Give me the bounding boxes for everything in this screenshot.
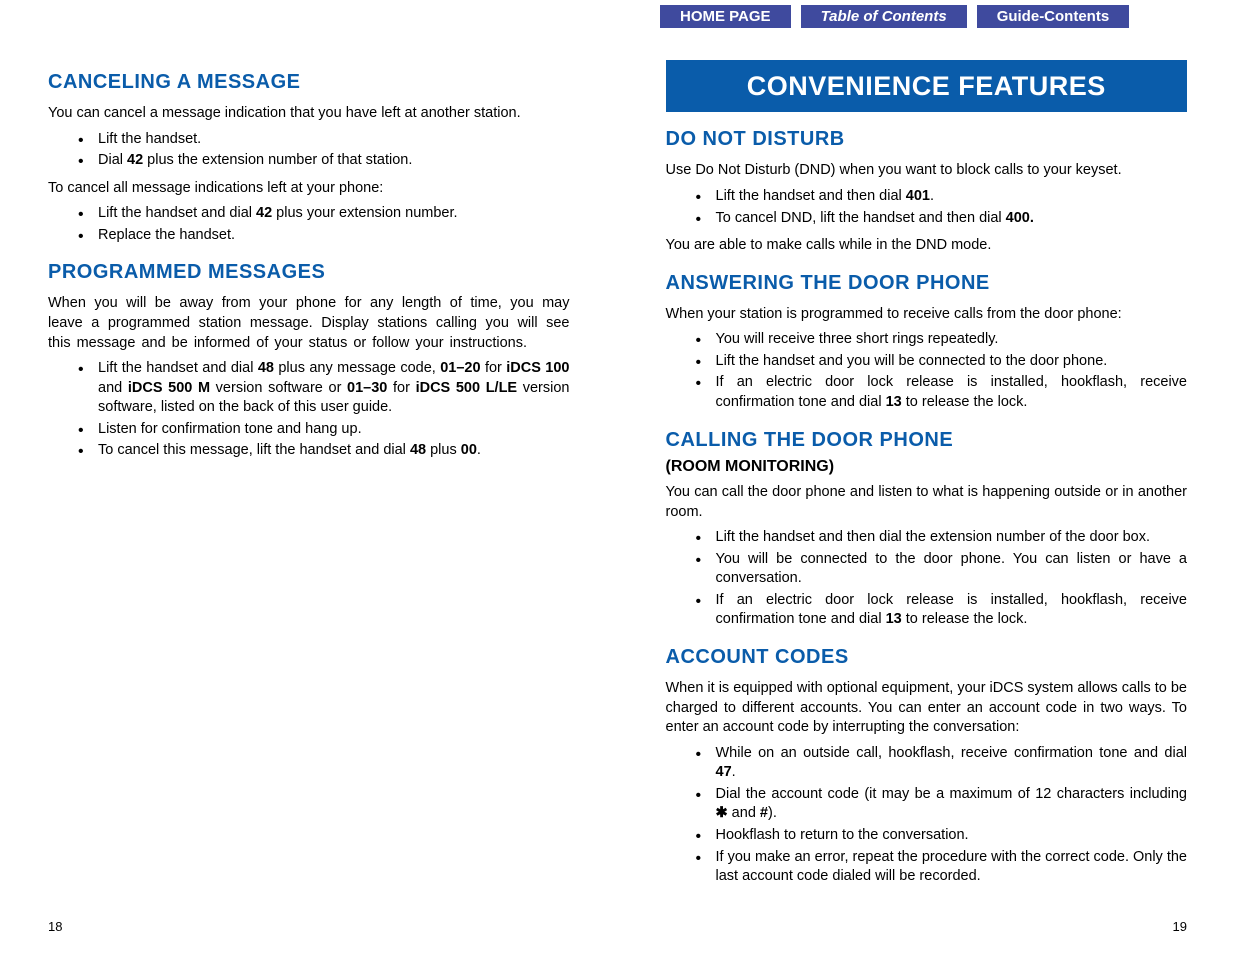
heading-programmed-messages: PROGRAMMED MESSAGES [48, 259, 570, 286]
para: You are able to make calls while in the … [666, 236, 1188, 256]
para: You can call the door phone and listen t… [666, 483, 1188, 522]
list-item: While on an outside call, hookflash, rec… [696, 744, 1188, 783]
list-item: Dial the account code (it may be a maxim… [696, 785, 1188, 824]
list-item: Lift the handset and then dial the exten… [696, 528, 1188, 548]
list-item: Lift the handset. [78, 130, 570, 150]
heading-do-not-disturb: DO NOT DISTURB [666, 126, 1188, 153]
page-number-right: 19 [1173, 918, 1187, 936]
heading-canceling-message: CANCELING A MESSAGE [48, 69, 570, 96]
list-item: Lift the handset and dial 48 plus any me… [78, 359, 570, 418]
list-item: If an electric door lock release is inst… [696, 591, 1188, 630]
list-item: To cancel DND, lift the handset and then… [696, 209, 1188, 229]
list-item: Replace the handset. [78, 226, 570, 246]
heading-account-codes: ACCOUNT CODES [666, 644, 1188, 671]
heading-calling-door-phone: CALLING THE DOOR PHONE [666, 427, 1188, 454]
para: When your station is programmed to recei… [666, 305, 1188, 325]
list-item: Dial 42 plus the extension number of tha… [78, 151, 570, 171]
heading-convenience-features: CONVENIENCE FEATURES [666, 60, 1188, 112]
subheading-room-monitoring: (ROOM MONITORING) [666, 456, 1188, 478]
page-right: CONVENIENCE FEATURES DO NOT DISTURB Use … [618, 0, 1235, 954]
para: Use Do Not Disturb (DND) when you want t… [666, 161, 1188, 181]
page-spread: CANCELING A MESSAGE You can cancel a mes… [0, 0, 1235, 954]
page-number-left: 18 [48, 918, 62, 936]
para: You can cancel a message indication that… [48, 104, 570, 124]
list-item: If an electric door lock release is inst… [696, 373, 1188, 412]
list-item: If you make an error, repeat the procedu… [696, 848, 1188, 887]
para: When you will be away from your phone fo… [48, 294, 570, 353]
list-item: You will be connected to the door phone.… [696, 550, 1188, 589]
list-item: To cancel this message, lift the handset… [78, 441, 570, 461]
list-item: Lift the handset and dial 42 plus your e… [78, 204, 570, 224]
para: When it is equipped with optional equipm… [666, 679, 1188, 738]
list-item: Lift the handset and you will be connect… [696, 352, 1188, 372]
list-item: Listen for confirmation tone and hang up… [78, 420, 570, 440]
page-left: CANCELING A MESSAGE You can cancel a mes… [0, 0, 618, 954]
list-item: You will receive three short rings repea… [696, 330, 1188, 350]
list-item: Hookflash to return to the conversation. [696, 826, 1188, 846]
heading-answering-door-phone: ANSWERING THE DOOR PHONE [666, 270, 1188, 297]
para: To cancel all message indications left a… [48, 179, 570, 199]
list-item: Lift the handset and then dial 401. [696, 187, 1188, 207]
